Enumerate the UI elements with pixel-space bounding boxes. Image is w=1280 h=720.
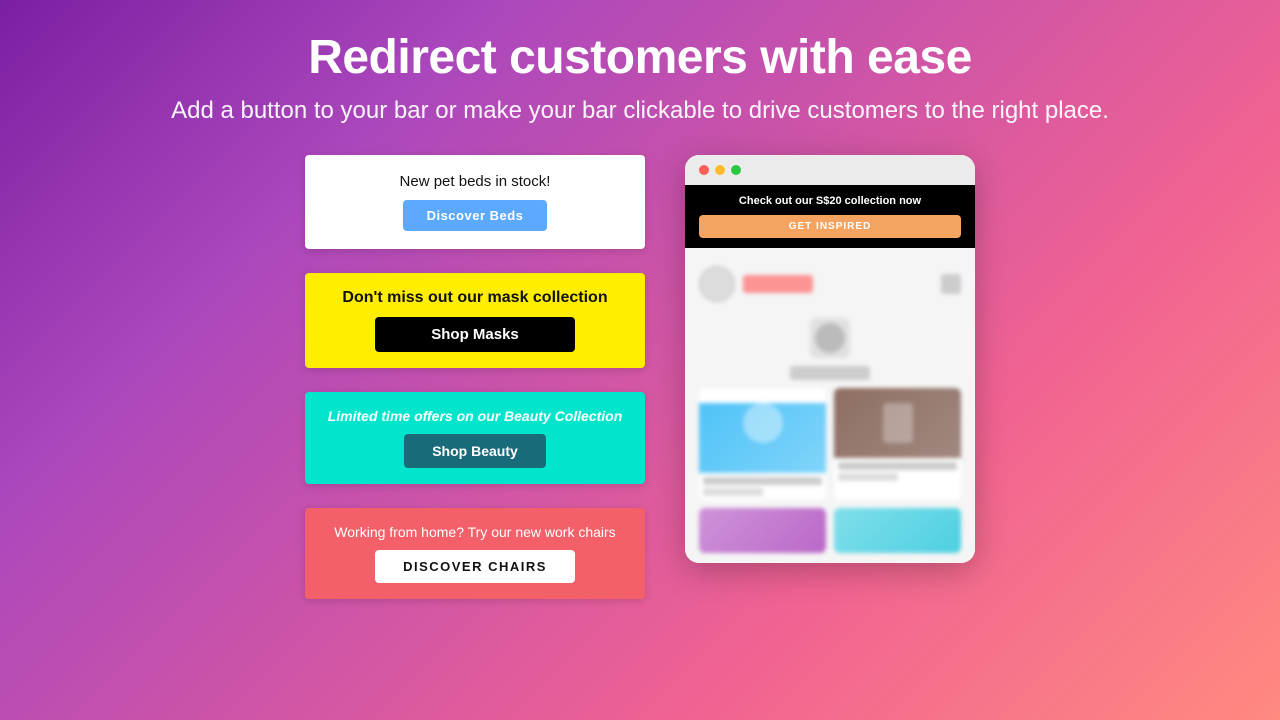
bar-chairs-button[interactable]: DISCOVER CHAIRS [375, 550, 575, 583]
browser-notif-bar: Check out our S$20 collection now GET IN… [685, 185, 975, 248]
products-grid [695, 388, 965, 500]
product-card-info-1 [699, 473, 826, 500]
shop-logo-text [743, 275, 813, 293]
dot-yellow [715, 165, 725, 175]
product-name-2 [838, 462, 957, 470]
page-header: Redirect customers with ease Add a butto… [151, 0, 1129, 135]
shop-logo-circle [699, 266, 735, 302]
bar-pets-button[interactable]: Discover Beds [403, 200, 548, 231]
product-price-1 [703, 488, 763, 496]
browser-body [685, 248, 975, 563]
bar-masks-button[interactable]: Shop Masks [375, 317, 575, 352]
products-heading [790, 366, 870, 380]
products-grid-2 [695, 508, 965, 553]
dot-green [731, 165, 741, 175]
bar-chairs-text: Working from home? Try our new work chai… [334, 524, 615, 540]
bar-beauty-text: Limited time offers on our Beauty Collec… [328, 408, 623, 424]
page-subtitle: Add a button to your bar or make your ba… [171, 97, 1109, 125]
product-card-4 [834, 508, 961, 553]
bar-chairs[interactable]: Working from home? Try our new work chai… [305, 508, 645, 599]
featured-product-image [810, 318, 850, 358]
bar-pets[interactable]: New pet beds in stock! Discover Beds [305, 155, 645, 249]
content-area: New pet beds in stock! Discover Beds Don… [90, 135, 1190, 619]
product-card-3 [699, 508, 826, 553]
shop-logo-area [699, 266, 813, 302]
bars-column: New pet beds in stock! Discover Beds Don… [305, 155, 645, 599]
product-card-1 [699, 388, 826, 500]
dot-red [699, 165, 709, 175]
bar-masks-text: Don't miss out our mask collection [342, 289, 607, 307]
browser-chrome [685, 155, 975, 185]
product-card-2 [834, 388, 961, 500]
product-card-info-2 [834, 458, 961, 485]
shop-nav [695, 258, 965, 310]
bar-beauty-button[interactable]: Shop Beauty [404, 434, 546, 468]
product-img-2 [834, 388, 961, 458]
product-name-1 [703, 477, 822, 485]
bar-pets-text: New pet beds in stock! [400, 173, 551, 190]
bar-beauty[interactable]: Limited time offers on our Beauty Collec… [305, 392, 645, 484]
product-price-2 [838, 473, 898, 481]
page-title: Redirect customers with ease [171, 30, 1109, 85]
bar-masks[interactable]: Don't miss out our mask collection Shop … [305, 273, 645, 368]
browser-mockup: Check out our S$20 collection now GET IN… [685, 155, 975, 563]
cart-icon [941, 274, 961, 294]
shop-content [685, 248, 975, 563]
browser-notif-button[interactable]: GET INSPIRED [699, 215, 961, 238]
browser-notif-text: Check out our S$20 collection now [739, 195, 921, 207]
product-img-1 [699, 403, 826, 473]
